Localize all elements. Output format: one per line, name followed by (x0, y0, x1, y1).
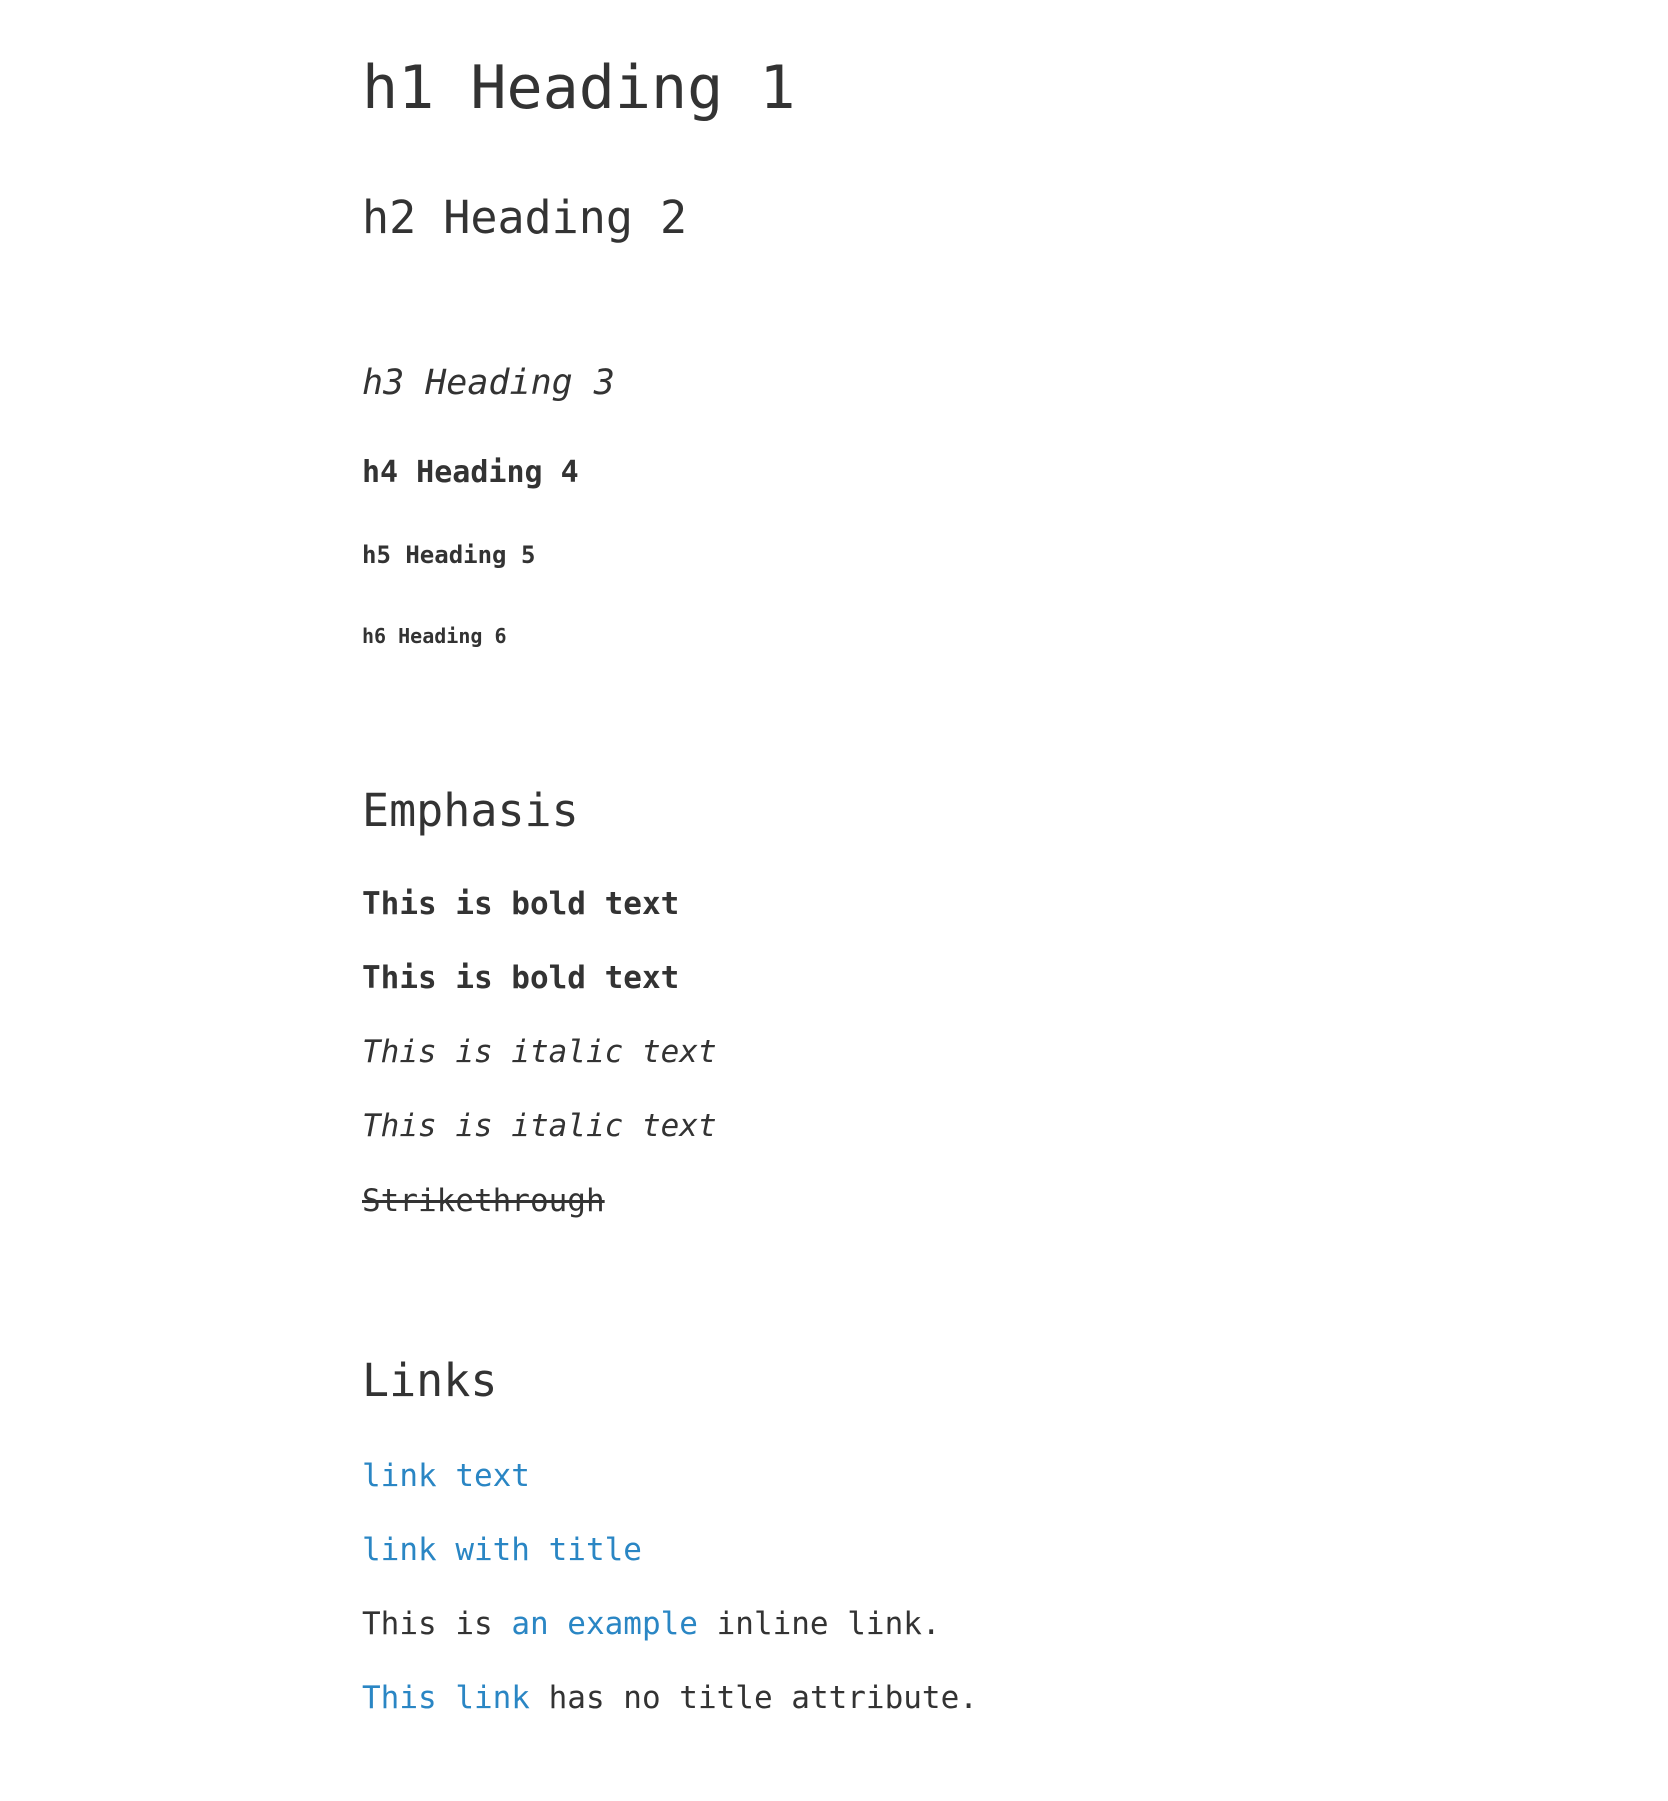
no-title-link-paragraph: This link has no title attribute. (362, 1683, 978, 1714)
no-title-suffix: has no title attribute. (529, 1680, 978, 1716)
link-paragraph-1: link text (362, 1461, 530, 1492)
link-with-title[interactable]: link with title (362, 1532, 642, 1568)
heading-1: h1 Heading 1 (362, 53, 796, 123)
italic-text-2: This is italic text (362, 1111, 717, 1142)
links-section-title: Links (362, 1354, 498, 1407)
italic-text-2-em: This is italic text (362, 1108, 717, 1144)
heading-2: h2 Heading 2 (362, 191, 688, 244)
heading-5: h5 Heading 5 (362, 541, 536, 569)
bold-text-2: This is bold text (362, 963, 679, 994)
document-content: h1 Heading 1 h2 Heading 2 h3 Heading 3 h… (0, 0, 1668, 1801)
italic-text-1-em: This is italic text (362, 1034, 717, 1070)
heading-6: h6 Heading 6 (362, 624, 507, 648)
link-paragraph-2: link with title (362, 1535, 642, 1566)
italic-text-1: This is italic text (362, 1037, 717, 1068)
bold-text-2-strong: This is bold text (362, 960, 680, 996)
this-link[interactable]: This link (362, 1680, 530, 1716)
inline-example-link[interactable]: an example (511, 1606, 698, 1642)
heading-4: h4 Heading 4 (362, 455, 579, 490)
link-text[interactable]: link text (362, 1458, 530, 1494)
strikethrough-text: Strikethrough (362, 1183, 605, 1219)
inline-link-suffix: inline link. (697, 1606, 941, 1642)
inline-link-prefix: This is (362, 1606, 512, 1642)
heading-3: h3 Heading 3 (362, 363, 615, 403)
inline-link-paragraph: This is an example inline link. (362, 1609, 941, 1640)
emphasis-section-title: Emphasis (362, 784, 579, 837)
bold-text-1-strong: This is bold text (362, 886, 680, 922)
bold-text-1: This is bold text (362, 889, 679, 920)
